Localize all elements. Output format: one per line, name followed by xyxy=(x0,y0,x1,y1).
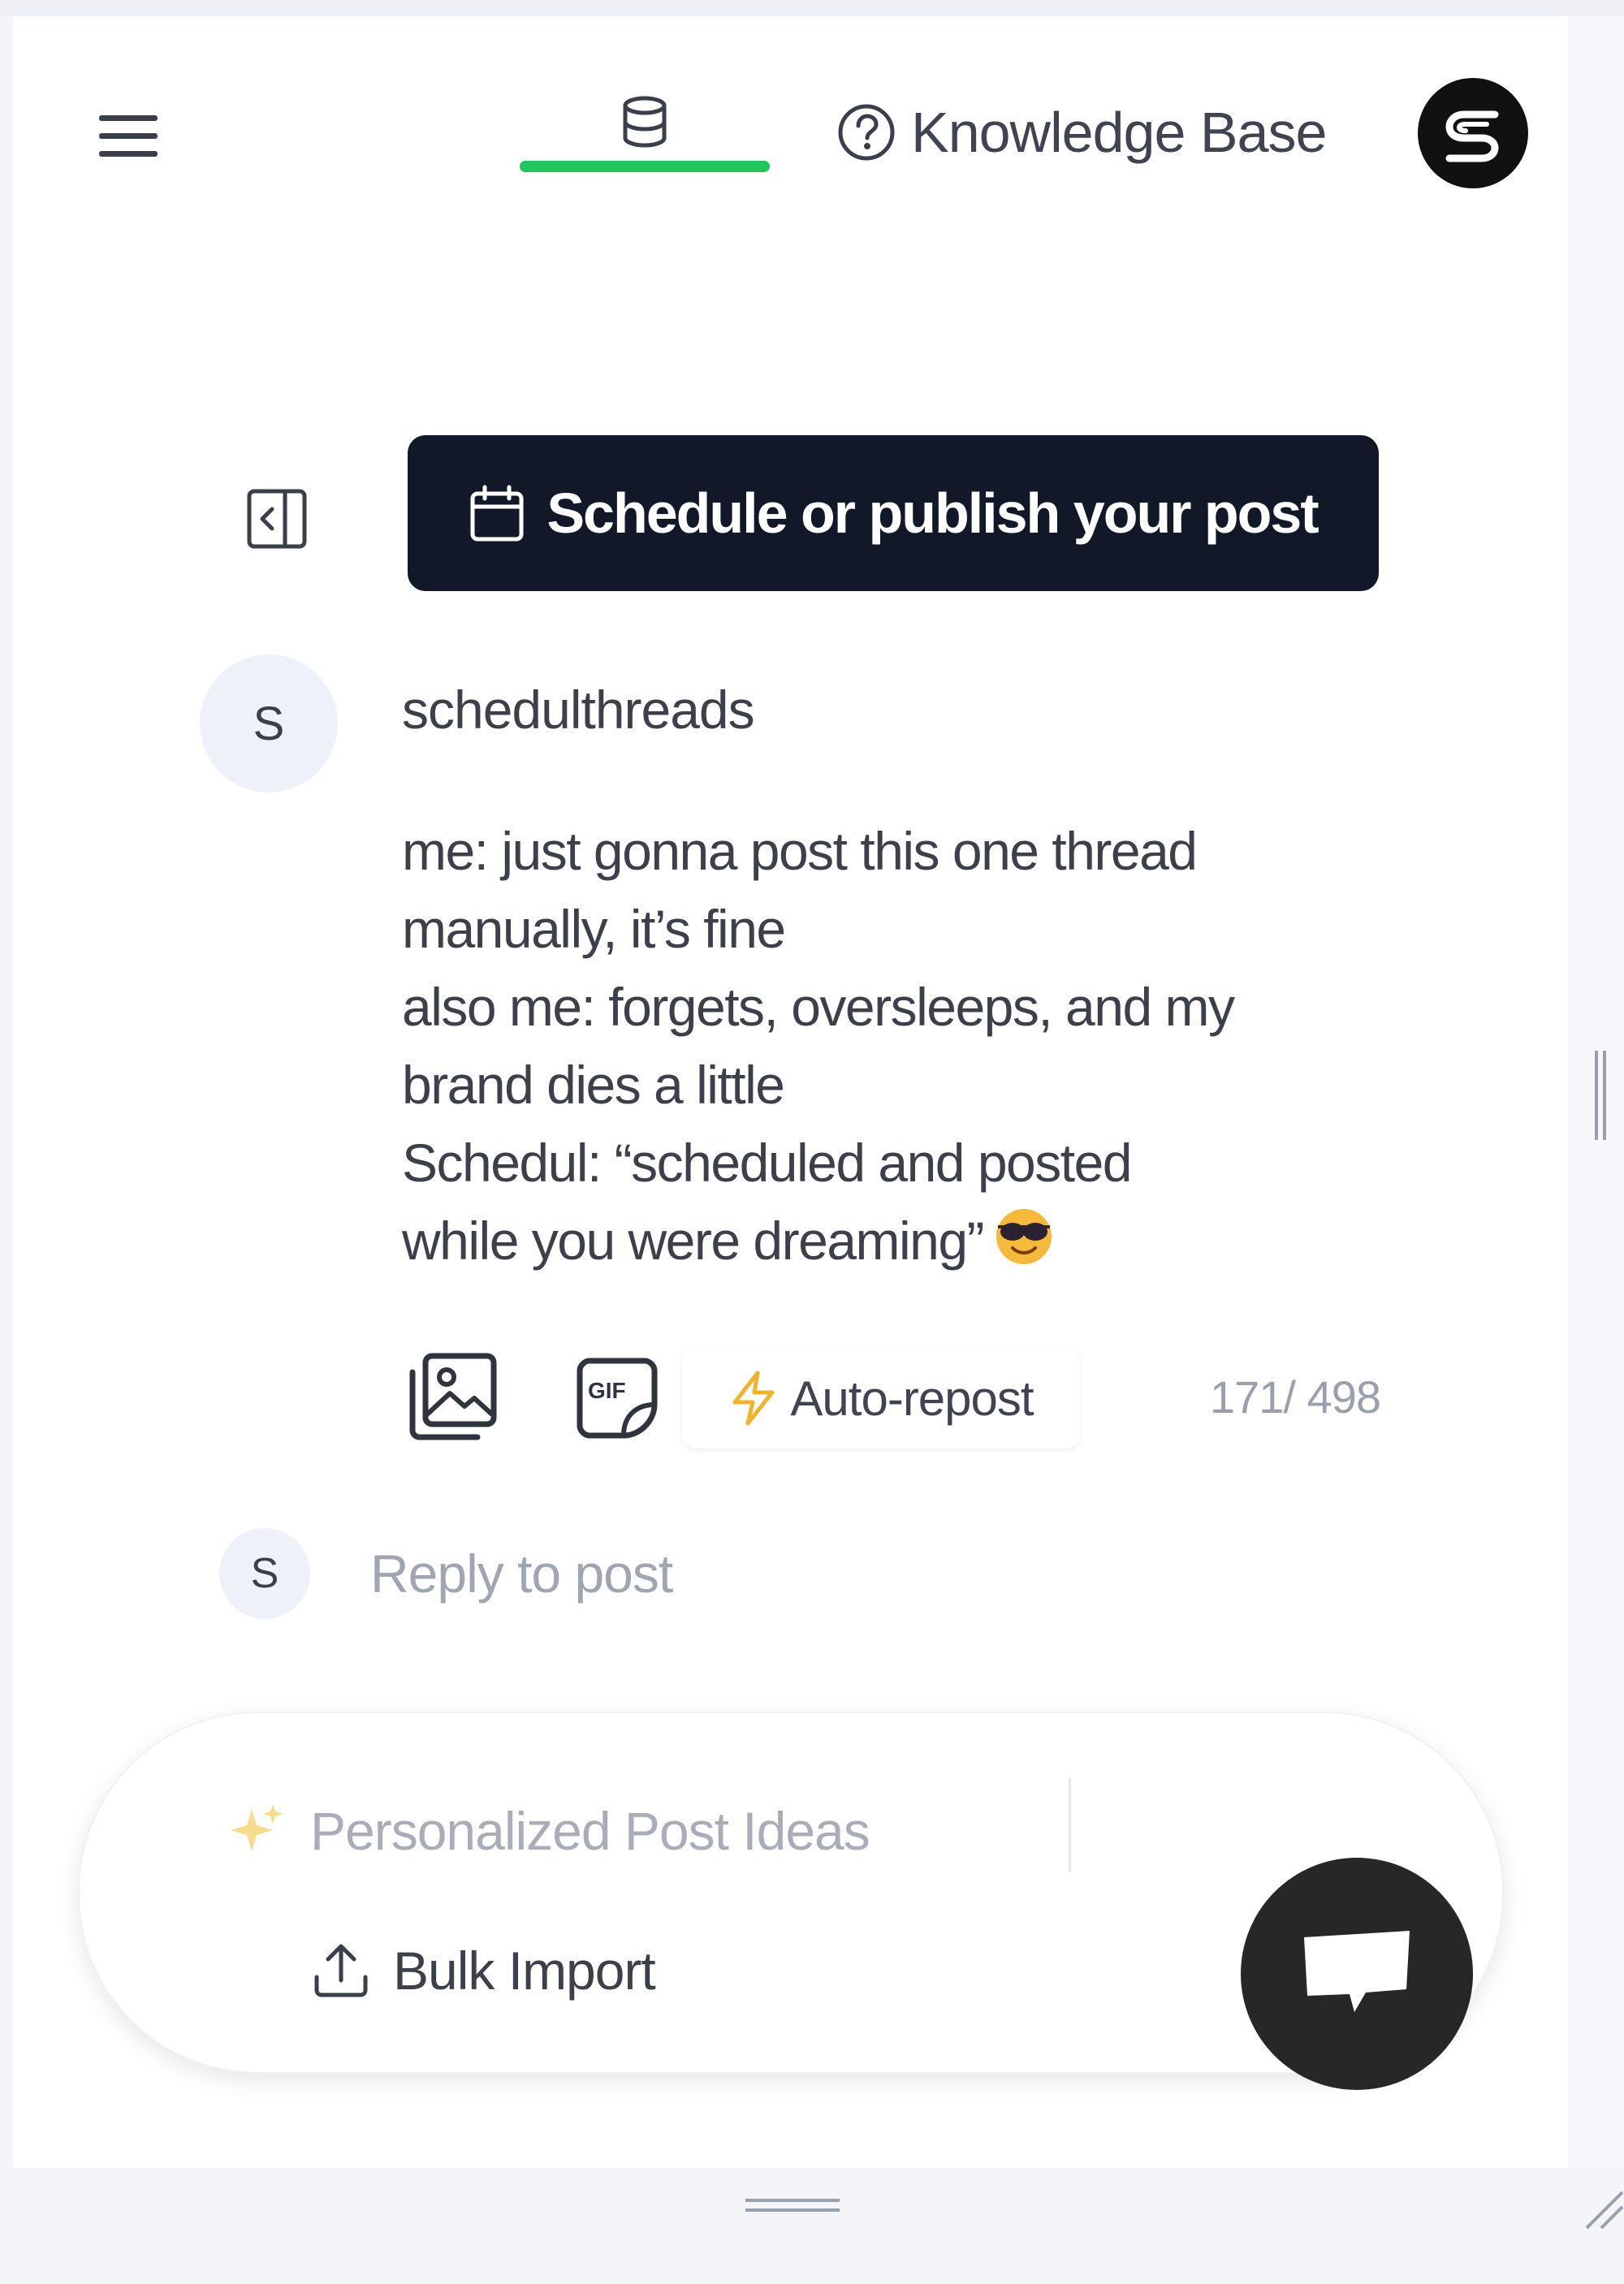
post-avatar: S xyxy=(200,654,338,792)
character-count: 171/ 498 xyxy=(1210,1371,1381,1423)
horizontal-resize-handle[interactable] xyxy=(745,2197,840,2215)
personalized-post-ideas-button[interactable]: Personalized Post Ideas xyxy=(226,1786,870,1876)
lightning-bolt-icon xyxy=(732,1371,775,1426)
post-body[interactable]: me: just gonna post this one thread manu… xyxy=(402,812,1360,1288)
app-logo-avatar[interactable] xyxy=(1418,78,1528,188)
chat-bubble-icon xyxy=(1304,1931,1410,2012)
bulk-import-button[interactable]: Bulk Import xyxy=(312,1926,656,2015)
schedul-logo-icon xyxy=(1445,110,1499,162)
knowledge-base-link[interactable]: Knowledge Base xyxy=(836,96,1327,169)
image-upload-icon xyxy=(409,1353,497,1440)
question-circle-icon xyxy=(838,104,895,161)
knowledge-base-label: Knowledge Base xyxy=(911,101,1327,164)
bottom-gutter xyxy=(0,2168,1624,2284)
hamburger-menu-icon xyxy=(99,115,158,157)
post-line: manually, it’s fine xyxy=(402,899,786,959)
post-line: while you were dreaming” xyxy=(402,1202,1360,1288)
active-tab-indicator xyxy=(520,161,770,172)
reply-avatar: S xyxy=(219,1528,310,1619)
calendar-icon xyxy=(470,485,524,542)
database-icon xyxy=(623,96,667,148)
gif-icon: GIF xyxy=(577,1358,658,1439)
top-strip xyxy=(0,0,1624,16)
post-line: brand dies a little xyxy=(402,1055,785,1115)
post-line-text: while you were dreaming” xyxy=(402,1211,985,1271)
schedule-publish-button[interactable]: Schedule or publish your post xyxy=(408,435,1379,591)
chat-fab-button[interactable] xyxy=(1241,1858,1473,2090)
panel-toggle-button[interactable] xyxy=(240,482,313,555)
vertical-resize-handle[interactable] xyxy=(1593,1051,1609,1140)
post-line: Schedul: “scheduled and posted xyxy=(402,1133,1133,1193)
menu-button[interactable] xyxy=(88,104,169,169)
sunglasses-emoji-icon xyxy=(991,1202,1056,1288)
corner-resize-grip-icon[interactable] xyxy=(1580,2186,1624,2230)
personalized-post-ideas-label: Personalized Post Ideas xyxy=(310,1801,870,1861)
add-gif-button[interactable]: GIF xyxy=(575,1356,659,1440)
post-line: also me: forgets, oversleeps, and my xyxy=(402,977,1235,1037)
vertical-divider xyxy=(1069,1778,1071,1872)
auto-repost-button[interactable]: Auto-repost xyxy=(682,1348,1080,1449)
post-username: schedulthreads xyxy=(402,680,755,740)
schedule-publish-label: Schedule or publish your post xyxy=(546,481,1319,545)
bulk-import-label: Bulk Import xyxy=(393,1941,656,2001)
upload-icon xyxy=(314,1944,368,1997)
auto-repost-label: Auto-repost xyxy=(790,1371,1034,1426)
svg-text:GIF: GIF xyxy=(588,1378,626,1403)
tab-database[interactable] xyxy=(520,89,770,172)
post-line: me: just gonna post this one thread xyxy=(402,821,1198,881)
panel-left-collapse-icon xyxy=(247,489,307,549)
reply-input[interactable] xyxy=(370,1535,1263,1613)
add-image-button[interactable] xyxy=(408,1351,499,1442)
sparkles-icon xyxy=(231,1804,283,1851)
